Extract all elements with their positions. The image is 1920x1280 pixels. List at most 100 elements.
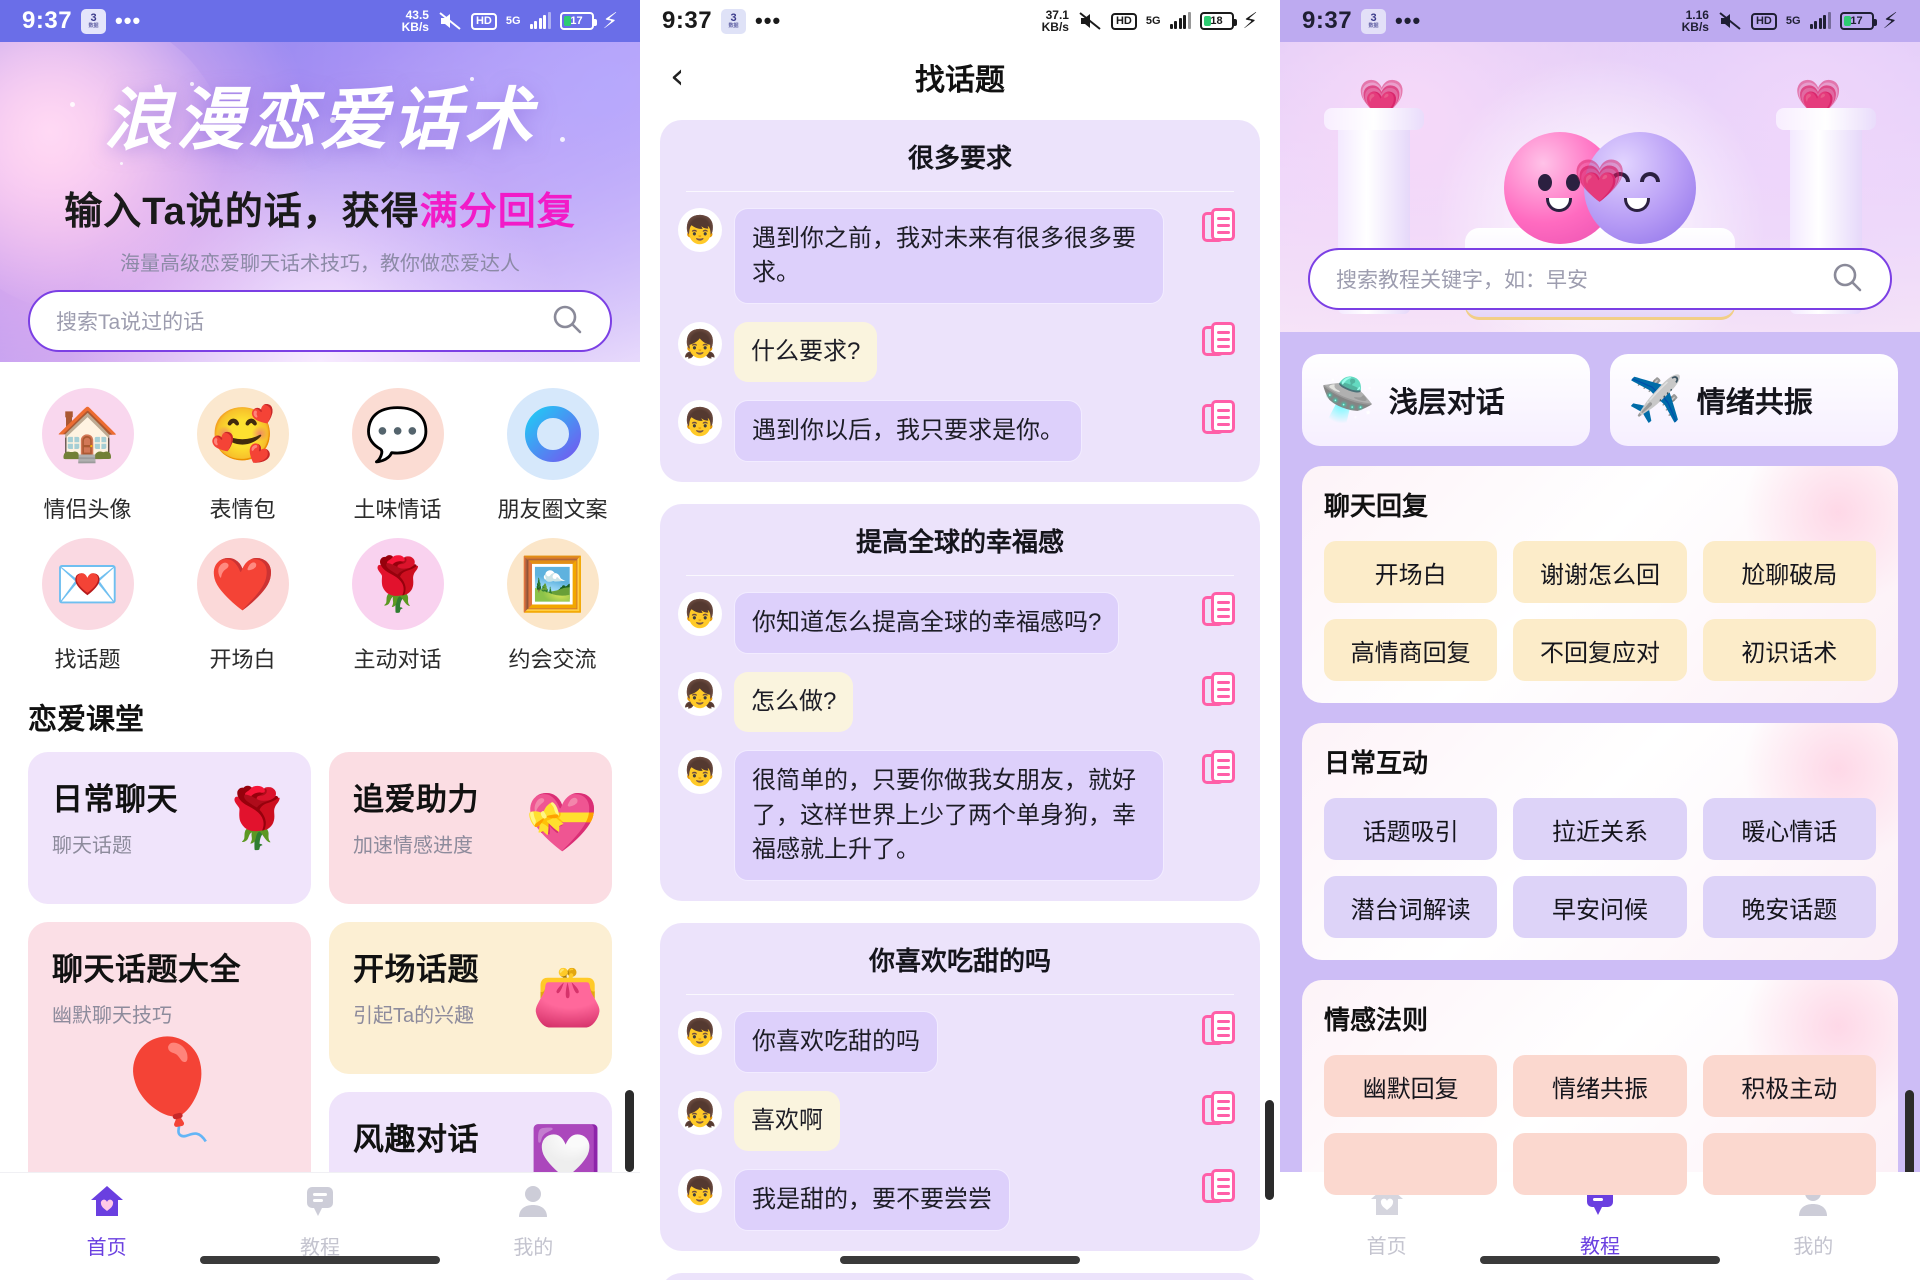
boy-avatar: 👦 xyxy=(678,400,722,445)
chip-item-partial[interactable] xyxy=(1324,1133,1498,1195)
search-icon[interactable] xyxy=(550,302,584,341)
status-right: 43.5 KB/s HD 5G 17 ⚡ xyxy=(402,8,618,34)
copy-icon[interactable] xyxy=(1202,1168,1242,1209)
chip-item[interactable]: 话题吸引 xyxy=(1324,798,1498,860)
ufo-heart-icon: 🛸 xyxy=(1320,375,1375,424)
grid-item-0[interactable]: 🏠 情侣头像 xyxy=(10,388,165,524)
grid-item-6[interactable]: 🌹 主动对话 xyxy=(320,538,475,674)
boy-avatar: 👦 xyxy=(678,1168,722,1213)
status-left: 9:37 3 数据 ••• xyxy=(662,7,781,35)
chip-item[interactable]: 开场白 xyxy=(1324,541,1498,603)
nav-label: 首页 xyxy=(86,1237,127,1259)
chip-item-partial[interactable] xyxy=(1702,1133,1876,1195)
chip-item[interactable]: 潜台词解读 xyxy=(1324,876,1498,938)
grid-label: 情侣头像 xyxy=(43,497,132,522)
message-bubble: 你喜欢吃甜的吗 xyxy=(734,1010,938,1073)
chip-item[interactable]: 高情商回复 xyxy=(1324,619,1498,681)
grid-item-1[interactable]: 🥰 表情包 xyxy=(165,388,320,524)
copy-icon[interactable] xyxy=(1202,1010,1242,1051)
tutorial-search-bar[interactable]: 搜索教程关键字，如：早安 xyxy=(1308,248,1892,310)
copy-icon[interactable] xyxy=(1202,400,1242,440)
notification-badge-icon: 3 数据 xyxy=(721,8,747,34)
system-home-indicator xyxy=(200,1256,440,1264)
grid-label: 表情包 xyxy=(209,497,276,522)
divider xyxy=(686,993,1234,995)
chip-item[interactable]: 尬聊破局 xyxy=(1702,541,1876,603)
message-row: 👦 很简单的，只要你做我女朋友，就好了，这样世界上少了两个单身狗，幸福感就上升了… xyxy=(678,750,1242,881)
quick-card-emotional-resonance[interactable]: ✈️ 情绪共振 xyxy=(1610,354,1898,446)
topic-heading: 你喜欢吃甜的吗 xyxy=(868,945,1051,976)
copy-icon[interactable] xyxy=(1202,1090,1242,1131)
group-title: 日常互动 xyxy=(1324,748,1429,778)
mute-icon xyxy=(1078,11,1102,31)
search-icon[interactable] xyxy=(1830,260,1864,299)
charging-icon: ⚡ xyxy=(1242,8,1258,33)
more-dots-icon: ••• xyxy=(755,8,782,33)
tutorial-screen: 9:37 3 数据 ••• 1.16 KB/s HD 5G 17 ⚡ 💗 💗 💗… xyxy=(1280,0,1920,1280)
quick-card-shallow-talk[interactable]: 🛸 浅层对话 xyxy=(1302,354,1590,446)
topic-heading: 提高全球的幸福感 xyxy=(855,527,1064,558)
network-speed: 37.1 KB/s xyxy=(1041,8,1069,34)
nav-label: 首页 xyxy=(1366,1236,1407,1258)
banner-subtitle: 海量高级恋爱聊天话术技巧，教你做恋爱达人 xyxy=(120,253,520,275)
course-card-opening-topic[interactable]: 开场话题 引起Ta的兴趣 👛 xyxy=(329,922,612,1074)
mail-pocket-icon: 💌 xyxy=(41,538,134,630)
home-search-bar[interactable]: 搜索Ta说过的话 xyxy=(28,290,612,352)
chevron-left-icon[interactable]: ‹ xyxy=(670,59,684,95)
chip-item[interactable]: 情绪共振 xyxy=(1513,1055,1687,1117)
chip-item[interactable]: 积极主动 xyxy=(1702,1055,1876,1117)
chip-item[interactable]: 谢谢怎么回 xyxy=(1513,541,1687,603)
chip-item[interactable]: 拉近关系 xyxy=(1513,798,1687,860)
scrollbar-thumb[interactable] xyxy=(1265,1100,1274,1200)
copy-icon[interactable] xyxy=(1202,672,1242,712)
copy-icon[interactable] xyxy=(1202,208,1242,248)
winged-heart-icon: 💝 xyxy=(525,790,598,855)
grid-item-7[interactable]: 🖼️ 约会交流 xyxy=(475,538,630,674)
cards-column-left: 日常聊天 聊天话题 🌹 聊天话题大全 幽默聊天技巧 🎈 xyxy=(28,752,311,1222)
course-card-daily-chat[interactable]: 日常聊天 聊天话题 🌹 xyxy=(28,752,311,904)
message-row: 👦 你知道怎么提高全球的幸福感吗? xyxy=(678,592,1242,655)
topic-card-2: 你喜欢吃甜的吗 👦 你喜欢吃甜的吗 👧 喜欢啊 👦 我是甜的，要不要尝尝 xyxy=(660,922,1260,1251)
chip-item[interactable]: 早安问候 xyxy=(1513,876,1687,938)
message-row: 👦 遇到你以后，我只要求是你。 xyxy=(678,400,1242,463)
course-card-pursue-love[interactable]: 追爱助力 加速情感进度 💝 xyxy=(329,752,612,904)
quick-card-label: 浅层对话 xyxy=(1388,387,1505,419)
copy-icon[interactable] xyxy=(1202,322,1242,362)
group-chat-reply: 聊天回复 开场白 谢谢怎么回 尬聊破局 高情商回复 不回复应对 初识话术 xyxy=(1302,466,1898,703)
speech-bubble-icon: 💬 xyxy=(351,388,444,480)
copy-icon[interactable] xyxy=(1202,592,1242,632)
grid-item-4[interactable]: 💌 找话题 xyxy=(10,538,165,674)
copy-icon[interactable] xyxy=(1202,750,1242,790)
chip-item[interactable]: 晚安话题 xyxy=(1702,876,1876,938)
message-bubble: 很简单的，只要你做我女朋友，就好了，这样世界上少了两个单身狗，幸福感就上升了。 xyxy=(734,750,1164,881)
topics-list: 很多要求 👦 遇到你之前，我对未来有很多很多要求。 👧 什么要求? 👦 遇到你以… xyxy=(640,112,1280,1280)
grid-item-5[interactable]: ❤️ 开场白 xyxy=(165,538,320,674)
status-right: 1.16 KB/s HD 5G 17 ⚡ xyxy=(1682,8,1898,34)
chip-item[interactable]: 暖心情话 xyxy=(1702,798,1876,860)
nav-item-tutorial[interactable]: 教程 xyxy=(213,1183,426,1260)
message-bubble: 喜欢啊 xyxy=(734,1090,840,1151)
grid-label: 开场白 xyxy=(209,647,276,672)
chip-item[interactable]: 初识话术 xyxy=(1702,619,1876,681)
scrollbar-thumb[interactable] xyxy=(625,1090,634,1172)
topic-card-1: 提高全球的幸福感 👦 你知道怎么提高全球的幸福感吗? 👧 怎么做? 👦 很简单的… xyxy=(660,504,1260,901)
grid-item-3[interactable]: 朋友圈文案 xyxy=(475,388,630,524)
grid-item-2[interactable]: 💬 土味情话 xyxy=(320,388,475,524)
chip-item[interactable]: 幽默回复 xyxy=(1324,1055,1498,1117)
nav-item-home[interactable]: 首页 xyxy=(0,1183,213,1260)
chip-item[interactable]: 不回复应对 xyxy=(1513,619,1687,681)
nav-item-profile[interactable]: 我的 xyxy=(427,1183,640,1260)
grid-label: 找话题 xyxy=(54,647,121,672)
system-home-indicator xyxy=(840,1256,1080,1264)
status-bar-tutorial: 9:37 3 数据 ••• 1.16 KB/s HD 5G 17 ⚡ xyxy=(1280,0,1920,42)
clock: 9:37 xyxy=(662,7,713,34)
headline-highlight: 满分回复 xyxy=(419,191,576,233)
tutorial-search-placeholder: 搜索教程关键字，如：早安 xyxy=(1336,269,1588,292)
tutorial-body: 🛸 浅层对话 ✈️ 情绪共振 聊天回复 开场白 谢谢怎么回 尬聊破局 高情商回复… xyxy=(1280,332,1920,1217)
page-title: 找话题 xyxy=(915,64,1005,97)
chip-item-partial[interactable] xyxy=(1513,1133,1687,1195)
grid-label: 土味情话 xyxy=(353,497,442,522)
message-bubble: 怎么做? xyxy=(734,672,854,733)
cards-column-right: 追爱助力 加速情感进度 💝 开场话题 引起Ta的兴趣 👛 风趣对话 爱情催化剂 … xyxy=(329,752,612,1222)
nav-label: 我的 xyxy=(1793,1236,1834,1258)
